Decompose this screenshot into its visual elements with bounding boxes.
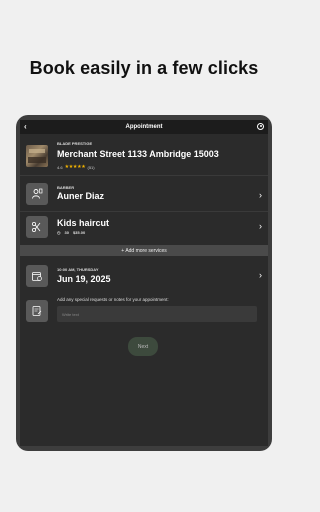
note-icon-glyph: [32, 306, 42, 316]
back-arrow-icon[interactable]: ‹: [24, 122, 27, 132]
service-meta: ◷ 30 $35.00: [57, 230, 85, 235]
appointment-date: Jun 19, 2025: [57, 274, 111, 284]
divider: [20, 211, 268, 212]
barber-icon: [26, 183, 48, 205]
next-button[interactable]: Next: [128, 337, 158, 356]
calendar-icon: [26, 265, 48, 287]
service-name: Kids haircut: [57, 218, 110, 228]
account-icon[interactable]: [257, 123, 264, 130]
rating-stars: ★★★★★: [64, 164, 86, 170]
service-duration: 30: [64, 230, 69, 235]
clock-icon: ◷: [57, 230, 61, 235]
chevron-right-icon[interactable]: ›: [259, 270, 262, 280]
chevron-right-icon[interactable]: ›: [259, 221, 262, 231]
shop-photo: [26, 145, 48, 167]
barber-icon-glyph: [32, 188, 43, 199]
service-price: $35.00: [72, 230, 86, 235]
scissors-icon-glyph: [31, 221, 41, 233]
shop-rating: 4.6 ★★★★★ (51): [57, 164, 95, 170]
shop-address: Merchant Street 1133 Ambridge 15003: [57, 149, 219, 159]
scissors-icon: [26, 216, 48, 238]
headline: Book easily in a few clicks: [29, 58, 259, 78]
review-count: (51): [87, 164, 95, 170]
appointment-time: 10:00 AM, THURSDAY: [57, 267, 99, 272]
barber-name: Auner Diaz: [57, 191, 105, 201]
rating-value: 4.6: [57, 164, 63, 170]
calendar-icon-glyph: [32, 272, 42, 281]
app-screen: ‹ Appointment BLADE PRESTIGE Merchant St…: [20, 120, 268, 446]
note-icon: [26, 300, 48, 322]
notes-label: Add any special requests or notes for yo…: [57, 297, 169, 302]
app-bar-title: Appointment: [125, 124, 163, 130]
add-services-button[interactable]: + Add more services: [20, 245, 268, 256]
shop-name: BLADE PRESTIGE: [57, 141, 93, 146]
notes-input[interactable]: [57, 306, 257, 322]
chevron-right-icon[interactable]: ›: [259, 190, 262, 200]
app-bar: ‹ Appointment: [20, 120, 268, 134]
barber-label: BARBER: [57, 185, 75, 190]
divider: [20, 175, 268, 176]
